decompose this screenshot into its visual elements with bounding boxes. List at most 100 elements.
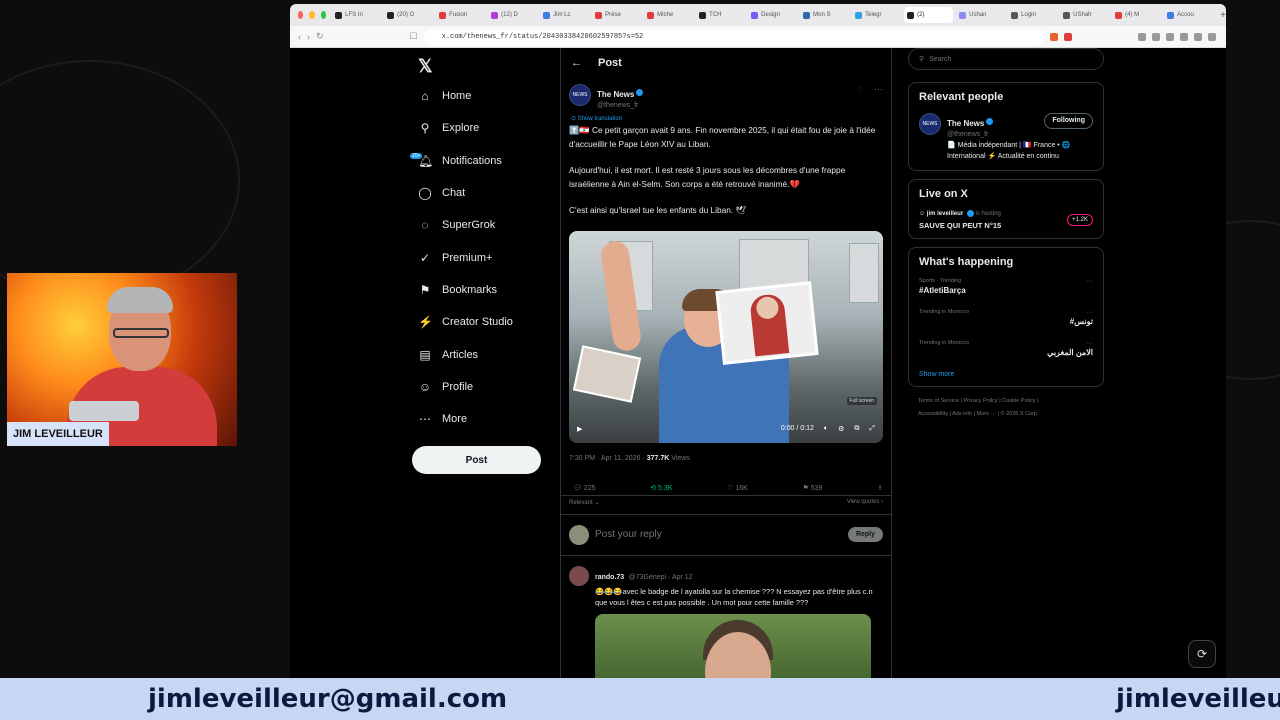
zoom-window-button[interactable] xyxy=(320,11,327,19)
reply-action[interactable]: 💬︎ 225 xyxy=(573,484,596,492)
url-field[interactable]: x.com/thenews_fr/status/2043033842060259… xyxy=(423,28,1044,45)
heart-icon: ♡ xyxy=(727,484,734,492)
share-icon[interactable]: ⇪ xyxy=(877,484,883,492)
browser-tab[interactable]: (4) M xyxy=(1112,7,1161,23)
following-button[interactable]: Following xyxy=(1044,113,1093,129)
volume-icon[interactable]: 🔈︎ xyxy=(824,425,828,433)
browser-tab[interactable]: Jim Lc xyxy=(540,7,589,23)
trend-category: Trending in Morocco xyxy=(919,340,969,347)
show-translation-link[interactable]: ⊙ Show translation xyxy=(571,115,883,122)
forward-icon[interactable]: › xyxy=(307,32,310,42)
settings-icon[interactable]: ⚙ xyxy=(838,425,844,433)
trend-more-icon[interactable]: ··· xyxy=(1086,309,1093,316)
comment-image[interactable] xyxy=(595,613,871,678)
nav-item-chat[interactable]: ◯ Chat xyxy=(410,177,550,209)
repost-action[interactable]: ⟲ 5.3K xyxy=(650,484,672,492)
browser-tab[interactable]: Accou xyxy=(1164,7,1213,23)
browser-tab[interactable]: Ushan xyxy=(956,7,1005,23)
nav-item-creator-studio[interactable]: ⚡ Creator Studio xyxy=(410,306,550,338)
post-timestamp[interactable]: 7:30 PM · Apr 11, 2026 · xyxy=(569,455,647,462)
reply-button[interactable]: Reply xyxy=(847,527,883,542)
minimize-window-button[interactable] xyxy=(309,11,315,19)
author-handle[interactable]: @thenews_fr xyxy=(597,102,643,109)
nav-item-explore[interactable]: ⚲ Explore xyxy=(410,112,550,144)
tab-favicon-icon xyxy=(855,11,863,19)
browser-tab[interactable]: UShah xyxy=(1060,7,1109,23)
bookmark-page-icon[interactable]: ☐ xyxy=(410,31,418,42)
live-space-item[interactable]: ☺ jim leveilleur is hosting SAUVE QUI PE… xyxy=(919,210,1093,230)
extension-icon[interactable] xyxy=(1165,32,1174,41)
tab-label: Login xyxy=(1021,12,1036,18)
grok-icon[interactable]: ◌ xyxy=(857,84,862,109)
trend-item[interactable]: Trending in Morocco الامن المغربي ··· xyxy=(919,340,1093,357)
reply-input[interactable]: Post your reply xyxy=(595,529,842,540)
grok-floating-icon[interactable]: ⟳ xyxy=(1188,640,1216,668)
nav-item-notifications[interactable]: 🔔︎ 20+ Notifications xyxy=(410,145,550,177)
commenter-avatar[interactable] xyxy=(569,565,589,586)
nav-item-bookmarks[interactable]: ⚑ Bookmarks xyxy=(410,274,550,306)
tab-favicon-icon xyxy=(1063,11,1071,19)
comment-text: 😂😂😂avec le badge de l ayatolla sur la ch… xyxy=(595,586,873,607)
footer-links[interactable]: Terms of Service | Privacy Policy | Cook… xyxy=(908,395,1104,421)
chat-icon: ◯ xyxy=(418,186,432,201)
relevant-person-name[interactable]: The News xyxy=(947,119,984,128)
play-icon[interactable]: ▶ xyxy=(577,425,582,433)
menu-icon[interactable] xyxy=(1207,32,1216,41)
whats-happening-panel: What's happening Sports · Trending #Atlet… xyxy=(908,247,1104,388)
extension-icon[interactable] xyxy=(1179,32,1188,41)
more-options-icon[interactable]: ··· xyxy=(874,84,883,109)
x-logo-icon[interactable]: 𝕏 xyxy=(418,52,550,80)
nav-item-supergrok[interactable]: ◌ SuperGrok xyxy=(410,209,550,241)
view-quotes-link[interactable]: View quotes › xyxy=(847,499,883,506)
nav-item-more[interactable]: ⋯ More xyxy=(410,403,550,435)
close-window-button[interactable] xyxy=(298,11,304,19)
tab-favicon-icon xyxy=(699,11,707,19)
trend-item[interactable]: Trending in Morocco #تونس ··· xyxy=(919,309,1093,326)
relevant-person-avatar[interactable]: NEWS xyxy=(919,113,941,135)
browser-tab[interactable]: Mon S xyxy=(800,7,849,23)
trend-more-icon[interactable]: ··· xyxy=(1086,340,1093,347)
tab-label: (12) D xyxy=(501,12,518,18)
browser-tab[interactable]: (2) xyxy=(904,7,954,23)
like-action[interactable]: ♡ 16K xyxy=(727,484,748,492)
search-input[interactable]: ⚲ Search xyxy=(908,48,1104,70)
extension-icon[interactable] xyxy=(1137,32,1146,41)
new-tab-icon[interactable]: + xyxy=(1220,10,1226,21)
trend-more-icon[interactable]: ··· xyxy=(1086,278,1093,285)
brave-rewards-icon[interactable] xyxy=(1063,32,1072,41)
nav-item-premium[interactable]: ✓ Premium+ xyxy=(410,241,550,273)
author-name[interactable]: The News xyxy=(597,90,634,99)
browser-tab[interactable]: Fusion xyxy=(436,7,485,23)
nav-item-profile[interactable]: ☺ Profile xyxy=(410,371,550,403)
nav-item-articles[interactable]: ▤ Articles xyxy=(410,338,550,370)
browser-tab[interactable]: LFS In xyxy=(332,7,381,23)
nav-item-home[interactable]: ⌂ Home xyxy=(410,80,550,112)
nav-label: Articles xyxy=(442,348,479,361)
bookmark-action[interactable]: ⚑ 539 xyxy=(802,484,822,492)
fullscreen-icon[interactable]: ⤢ xyxy=(869,425,875,433)
author-avatar[interactable]: NEWS xyxy=(569,84,591,106)
back-icon[interactable]: ‹ xyxy=(298,32,301,42)
browser-tab[interactable]: TCH xyxy=(696,7,745,23)
browser-tab[interactable]: Login xyxy=(1008,7,1057,23)
post-header: ← Post xyxy=(561,48,891,78)
browser-tab[interactable]: Telegr xyxy=(852,7,901,23)
presenter-name-label: JIM LEVEILLEUR xyxy=(7,422,109,446)
commenter-name[interactable]: rando.73 xyxy=(595,574,624,581)
extension-icon[interactable] xyxy=(1193,32,1202,41)
trend-item[interactable]: Sports · Trending #AtletiBarça ··· xyxy=(919,278,1093,295)
pip-icon[interactable]: ⧉ xyxy=(854,425,859,433)
brave-shield-icon[interactable] xyxy=(1049,32,1058,41)
browser-tab[interactable]: Prése xyxy=(592,7,641,23)
browser-tab[interactable]: Miche xyxy=(644,7,693,23)
compose-post-button[interactable]: Post xyxy=(412,446,541,474)
browser-tab[interactable]: (12) D xyxy=(488,7,537,23)
back-arrow-icon[interactable]: ← xyxy=(571,57,582,69)
post-video[interactable]: Full screen ▶ 0:00 / 0:12 🔈︎ ⚙ ⧉ ⤢ xyxy=(569,230,883,443)
extension-icon[interactable] xyxy=(1151,32,1160,41)
browser-tab[interactable]: Design xyxy=(748,7,797,23)
browser-tab[interactable]: (20) O xyxy=(384,7,433,23)
show-more-link[interactable]: Show more xyxy=(919,371,1093,378)
relevant-sort-dropdown[interactable]: Relevant ⌄ xyxy=(569,499,599,506)
reload-icon[interactable]: ↻ xyxy=(316,31,324,42)
